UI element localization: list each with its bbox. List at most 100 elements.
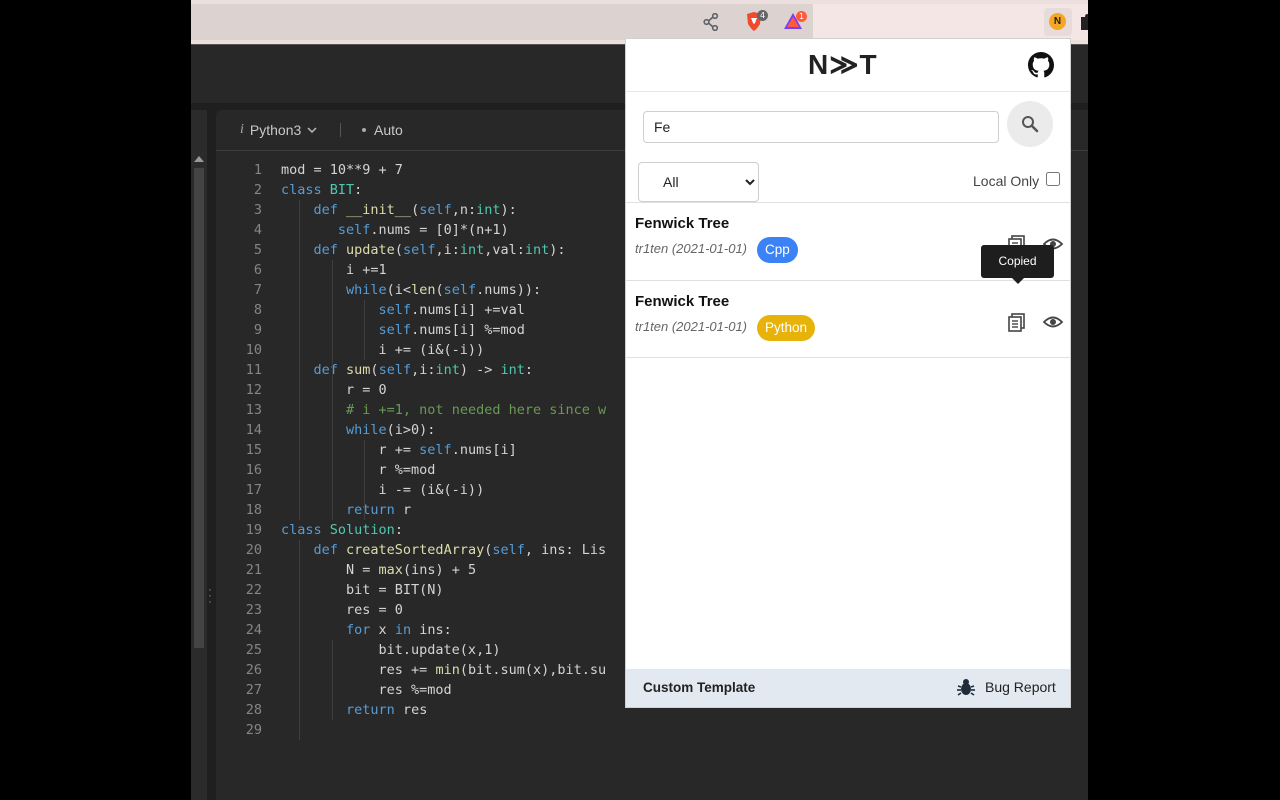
code-text: i -= (i&(-i))	[281, 480, 485, 500]
code-token: for	[346, 622, 379, 638]
auto-mode-indicator[interactable]: Auto	[362, 122, 403, 138]
bug-report-link[interactable]: Bug Report	[956, 677, 1056, 697]
indent-guide	[299, 540, 301, 740]
results-list-divider	[626, 357, 1070, 358]
code-token: ,i:	[411, 362, 436, 378]
scroll-up-arrow[interactable]	[194, 156, 204, 162]
code-token: in	[394, 622, 420, 638]
code-token: int	[435, 362, 460, 378]
popup-header: N≫T	[626, 39, 1070, 92]
code-token: (ins) + 5	[402, 562, 477, 578]
language-selector[interactable]: i Python3	[240, 122, 317, 138]
code-token: (bit.sum(x),bit.su	[459, 662, 607, 678]
code-token: class	[281, 182, 330, 198]
code-text: bit = BIT(N)	[281, 580, 444, 600]
app-logo: N≫T	[808, 49, 878, 80]
code-token: (	[411, 202, 420, 218]
local-only-toggle[interactable]: Local Only	[973, 172, 1061, 189]
code-token: sum	[346, 362, 371, 378]
code-token: def	[313, 362, 347, 378]
code-token: ,i:	[435, 242, 460, 258]
line-number: 3	[253, 202, 262, 218]
language-tag: Cpp	[757, 237, 798, 263]
code-text: for x in ins:	[281, 620, 452, 640]
code-token: .nums)):	[476, 282, 542, 298]
code-text: r += self.nums[i]	[281, 440, 517, 460]
code-token: while	[346, 282, 387, 298]
line-number: 28	[245, 702, 262, 718]
code-text: res %=mod	[281, 680, 452, 700]
indent-guide	[331, 640, 333, 720]
code-token: :	[394, 522, 403, 538]
left-panel-scrollbar[interactable]	[194, 168, 204, 648]
indent-guide	[299, 200, 301, 520]
code-token: (	[370, 362, 379, 378]
address-bar[interactable]	[191, 4, 813, 40]
code-token: bit = BIT(N)	[281, 582, 444, 598]
line-number: 2	[253, 182, 262, 198]
result-card[interactable]: Fenwick Tree tr1ten (2021-01-01) Python	[626, 280, 1070, 358]
tooltip-arrow	[1012, 278, 1024, 284]
code-token: .nums[i] +=val	[411, 302, 525, 318]
code-token: (i<	[386, 282, 412, 298]
line-number: 14	[245, 422, 262, 438]
github-icon[interactable]	[1028, 52, 1054, 78]
code-token: ,n:	[451, 202, 477, 218]
resize-handle[interactable]: · · ·	[208, 583, 212, 607]
code-token: ) ->	[459, 362, 501, 378]
code-token: min	[435, 662, 460, 678]
code-token: i +=1	[281, 262, 387, 278]
auto-mode-label: Auto	[374, 122, 403, 138]
code-text: def update(self,i:int,val:int):	[281, 240, 566, 260]
code-token: ):	[500, 202, 517, 218]
code-text: i +=1	[281, 260, 387, 280]
copy-icon[interactable]	[1006, 311, 1028, 333]
search-button[interactable]	[1007, 101, 1053, 147]
code-text: # i +=1, not needed here since w	[281, 400, 606, 420]
language-filter-select[interactable]: All	[638, 162, 759, 202]
code-token: Solution	[329, 522, 395, 538]
code-token: self	[419, 442, 452, 458]
line-number: 6	[253, 262, 262, 278]
code-token: self	[337, 222, 371, 238]
code-token: int	[476, 202, 501, 218]
language-label: Python3	[249, 122, 302, 138]
code-token: self	[419, 202, 452, 218]
code-token: self	[492, 542, 525, 558]
code-token: bit.update(x,1)	[281, 642, 501, 658]
line-number: 25	[245, 642, 262, 658]
code-token: def	[313, 242, 347, 258]
search-input[interactable]	[643, 111, 999, 143]
eye-icon[interactable]	[1042, 311, 1064, 333]
code-token: BIT	[329, 182, 355, 198]
code-text: def createSortedArray(self, ins: Lis	[281, 540, 607, 560]
local-only-checkbox[interactable]	[1046, 172, 1061, 186]
code-token: .nums = [0]*(n+1)	[370, 222, 509, 238]
code-token: i += (i&(-i))	[281, 342, 485, 358]
puzzle-icon[interactable]	[1079, 13, 1088, 31]
line-number: 7	[253, 282, 262, 298]
line-number: 1	[253, 162, 262, 178]
code-text: return r	[281, 500, 411, 520]
code-token: ins:	[419, 622, 452, 638]
code-token: (i>0):	[386, 422, 436, 438]
code-token: ,val:	[484, 242, 525, 258]
code-token: (	[394, 242, 403, 258]
code-token: return	[346, 502, 403, 518]
chevron-down-icon	[307, 127, 317, 133]
code-text: def __init__(self,n:int):	[281, 200, 517, 220]
code-token: int	[524, 242, 550, 258]
code-token: self	[378, 362, 412, 378]
line-number: 12	[245, 382, 262, 398]
line-number: 17	[245, 482, 262, 498]
line-number: 16	[245, 462, 262, 478]
code-token: self	[402, 242, 436, 258]
custom-template-link[interactable]: Custom Template	[643, 680, 755, 695]
share-icon[interactable]	[703, 13, 719, 31]
